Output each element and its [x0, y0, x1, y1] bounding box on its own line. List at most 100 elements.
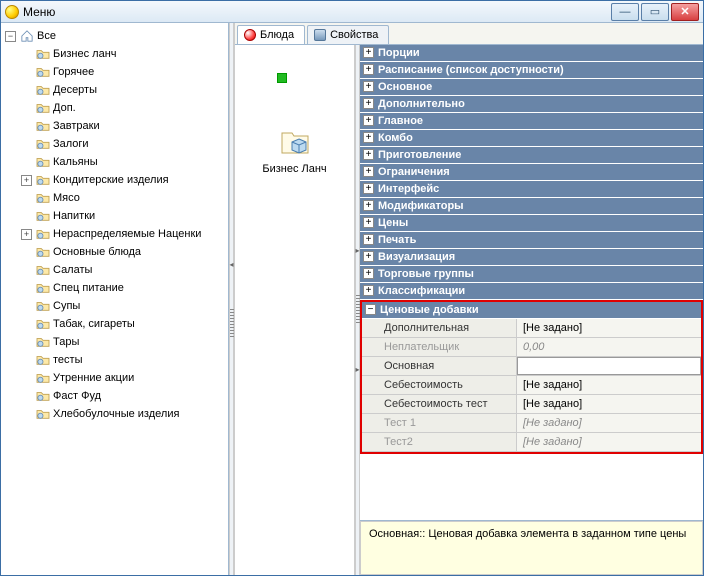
- tree-item[interactable]: Кальяны: [21, 153, 226, 171]
- property-value[interactable]: [517, 357, 701, 375]
- tree-item-label: Тары: [53, 334, 79, 350]
- expand-icon[interactable]: +: [363, 47, 374, 58]
- property-row[interactable]: Основная: [362, 357, 701, 376]
- tree-item[interactable]: Мясо: [21, 189, 226, 207]
- close-button[interactable]: ✕: [671, 3, 699, 21]
- property-value[interactable]: [Не задано]: [517, 414, 701, 432]
- property-value[interactable]: [Не задано]: [517, 395, 701, 413]
- category-row[interactable]: +Визуализация: [360, 249, 703, 266]
- tree-item[interactable]: Залоги: [21, 135, 226, 153]
- tree-item[interactable]: Десерты: [21, 81, 226, 99]
- tree-item[interactable]: Спец питание: [21, 279, 226, 297]
- expand-icon[interactable]: +: [363, 234, 374, 245]
- expand-icon[interactable]: +: [21, 175, 32, 186]
- expand-icon[interactable]: +: [363, 81, 374, 92]
- tree-root-label: Все: [37, 28, 56, 44]
- expand-icon[interactable]: +: [363, 183, 374, 194]
- category-row[interactable]: + Расписание (список доступности): [360, 62, 703, 79]
- expand-icon[interactable]: +: [21, 229, 32, 240]
- tree-item[interactable]: +Кондитерские изделия: [21, 171, 226, 189]
- tree-item[interactable]: Табак, сигареты: [21, 315, 226, 333]
- category-row[interactable]: +Приготовление: [360, 147, 703, 164]
- category-row-open[interactable]: −Ценовые добавки: [362, 302, 701, 319]
- property-value[interactable]: [Не задано]: [517, 376, 701, 394]
- tree-root[interactable]: − Все: [5, 27, 226, 45]
- tree-item[interactable]: +Нераспределяемые Наценки: [21, 225, 226, 243]
- folder-icon: [35, 317, 51, 331]
- folder-icon: [35, 407, 51, 421]
- category-row[interactable]: + Комбо: [360, 130, 703, 147]
- tree-item[interactable]: Хлебобулочные изделия: [21, 405, 226, 423]
- tab-dishes[interactable]: Блюда: [237, 25, 305, 44]
- property-row[interactable]: Тест2[Не задано]: [362, 433, 701, 452]
- maximize-button[interactable]: ▭: [641, 3, 669, 21]
- tab-properties[interactable]: Свойства: [307, 25, 389, 44]
- collapse-icon[interactable]: −: [5, 31, 16, 42]
- property-row[interactable]: Себестоимость тест[Не задано]: [362, 395, 701, 414]
- category-row[interactable]: +Классификации: [360, 283, 703, 300]
- tree-item[interactable]: Тары: [21, 333, 226, 351]
- category-row[interactable]: +Главное: [360, 113, 703, 130]
- category-row[interactable]: + Модификаторы: [360, 198, 703, 215]
- splitter-handle-icon: [356, 295, 360, 325]
- expand-icon[interactable]: +: [363, 149, 374, 160]
- item-label: Бизнес Ланч: [245, 163, 344, 175]
- category-label: Расписание (список доступности): [378, 64, 564, 76]
- tree-item-label: Утренние акции: [53, 370, 134, 386]
- category-row[interactable]: +Печать: [360, 232, 703, 249]
- tabs: Блюда Свойства: [235, 23, 703, 45]
- list-item[interactable]: Бизнес Ланч: [245, 125, 344, 175]
- minimize-button[interactable]: —: [611, 3, 639, 21]
- expand-icon[interactable]: +: [363, 251, 374, 262]
- property-row[interactable]: Тест 1[Не задано]: [362, 414, 701, 433]
- category-label: Торговые группы: [378, 268, 474, 280]
- category-label: Модификаторы: [378, 200, 464, 212]
- tree-item[interactable]: Доп.: [21, 99, 226, 117]
- tree-item-label: Десерты: [53, 82, 97, 98]
- property-value[interactable]: [Не задано]: [517, 319, 701, 337]
- tree-item-label: Основные блюда: [53, 244, 141, 260]
- expand-icon[interactable]: +: [363, 98, 374, 109]
- tree-item[interactable]: Салаты: [21, 261, 226, 279]
- tree-item[interactable]: Фаст Фуд: [21, 387, 226, 405]
- tree-item[interactable]: Супы: [21, 297, 226, 315]
- expand-icon[interactable]: +: [363, 268, 374, 279]
- item-list-panel[interactable]: Бизнес Ланч: [235, 45, 355, 575]
- tree-item[interactable]: Утренние акции: [21, 369, 226, 387]
- category-row[interactable]: +Интерфейс: [360, 181, 703, 198]
- tree-item[interactable]: тесты: [21, 351, 226, 369]
- collapse-icon[interactable]: −: [365, 304, 376, 315]
- category-row[interactable]: +Основное: [360, 79, 703, 96]
- category-row[interactable]: +Дополнительно: [360, 96, 703, 113]
- expand-icon[interactable]: +: [363, 166, 374, 177]
- category-row[interactable]: + Порции: [360, 45, 703, 62]
- tree-item[interactable]: Основные блюда: [21, 243, 226, 261]
- category-label: Порции: [378, 47, 420, 59]
- expand-icon[interactable]: +: [363, 132, 374, 143]
- property-row[interactable]: Себестоимость[Не задано]: [362, 376, 701, 395]
- tree-item[interactable]: Напитки: [21, 207, 226, 225]
- expand-icon[interactable]: +: [363, 285, 374, 296]
- expand-icon[interactable]: +: [363, 115, 374, 126]
- tree-item[interactable]: Горячее: [21, 63, 226, 81]
- tree-item-label: Залоги: [53, 136, 89, 152]
- folder-icon: [35, 371, 51, 385]
- tree-item[interactable]: Бизнес ланч: [21, 45, 226, 63]
- property-value[interactable]: 0,00: [517, 338, 701, 356]
- property-row[interactable]: Неплательщик0,00: [362, 338, 701, 357]
- property-value[interactable]: [Не задано]: [517, 433, 701, 451]
- tree-item-label: Спец питание: [53, 280, 124, 296]
- property-grid[interactable]: +Порции+Расписание (список доступности)+…: [360, 45, 703, 521]
- category-row[interactable]: +Цены: [360, 215, 703, 232]
- category-label: Комбо: [378, 132, 413, 144]
- expand-icon[interactable]: +: [363, 217, 374, 228]
- property-label: Основная: [362, 357, 517, 375]
- tree-item-label: Кальяны: [53, 154, 98, 170]
- category-row[interactable]: + Торговые группы: [360, 266, 703, 283]
- property-row[interactable]: Дополнительная[Не задано]: [362, 319, 701, 338]
- expand-icon[interactable]: +: [363, 64, 374, 75]
- tree-item[interactable]: Завтраки: [21, 117, 226, 135]
- expand-icon[interactable]: +: [363, 200, 374, 211]
- category-row[interactable]: +Ограничения: [360, 164, 703, 181]
- folder-icon: [35, 281, 51, 295]
